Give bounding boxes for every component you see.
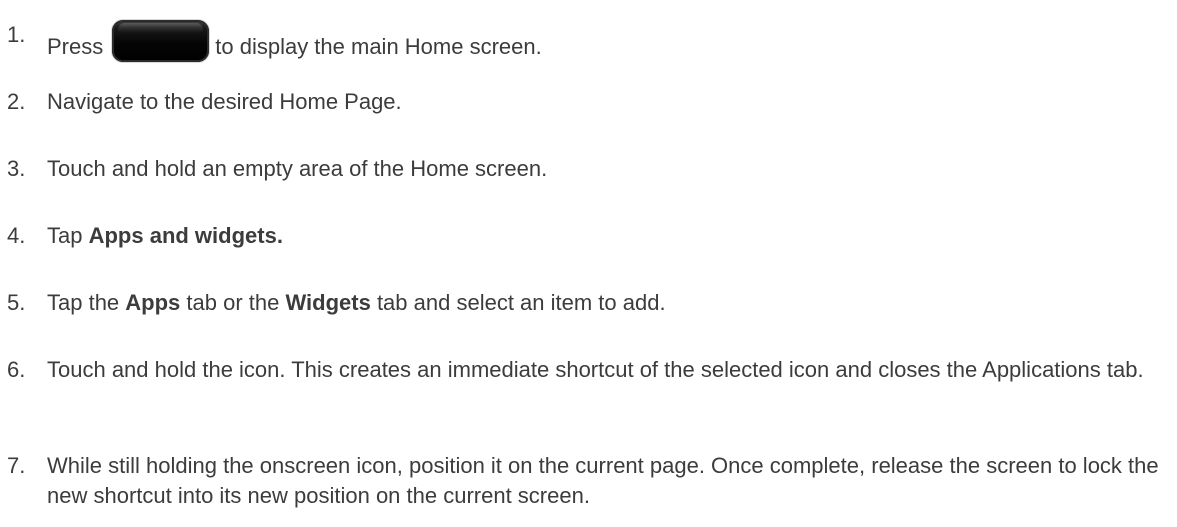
step-number: 3. [7,156,26,181]
step-text-middle: tab or the [180,290,286,315]
step-bold-apps-and-widgets: Apps and widgets. [88,223,283,248]
step-number: 4. [7,223,26,248]
step-number: 2. [7,89,26,114]
step-text: Touch and hold an empty area of the Home… [47,156,548,181]
step-text: While still holding the onscreen icon, p… [47,453,1159,508]
step-text-before: Tap [47,223,89,248]
step-text-before: Press [47,34,104,59]
step-1: 1. Press to display the main Home screen. [7,20,1172,62]
step-text: Tap the Apps tab or the Widgets tab and … [47,288,1172,318]
step-text-before: Tap the [47,290,126,315]
step-number: 5. [7,290,26,315]
step-number: 7. [7,453,26,478]
step-4: 4. Tap Apps and widgets. [7,221,1172,251]
step-bold-apps: Apps [125,290,181,315]
step-text-after: tab and select an item to add. [370,290,666,315]
step-6: 6. Touch and hold the icon. This creates… [7,355,1172,385]
step-text: Tap Apps and widgets. [47,221,1172,251]
step-2: 2. Navigate to the desired Home Page. [7,87,1172,117]
home-key-icon [112,20,210,62]
step-text: Press to display the main Home screen. [47,20,1172,62]
step-5: 5. Tap the Apps tab or the Widgets tab a… [7,288,1172,318]
step-number: 6. [7,357,26,382]
step-text-after: to display the main Home screen. [215,34,542,59]
step-7: 7. While still holding the onscreen icon… [7,451,1172,511]
instruction-steps: 1. Press to display the main Home screen.… [0,0,1177,527]
step-bold-widgets: Widgets [285,290,371,315]
step-3: 3. Touch and hold an empty area of the H… [7,154,1172,184]
step-text: Touch and hold the icon. This creates an… [47,357,1144,382]
step-text: Navigate to the desired Home Page. [47,89,402,114]
step-number: 1. [7,22,26,47]
